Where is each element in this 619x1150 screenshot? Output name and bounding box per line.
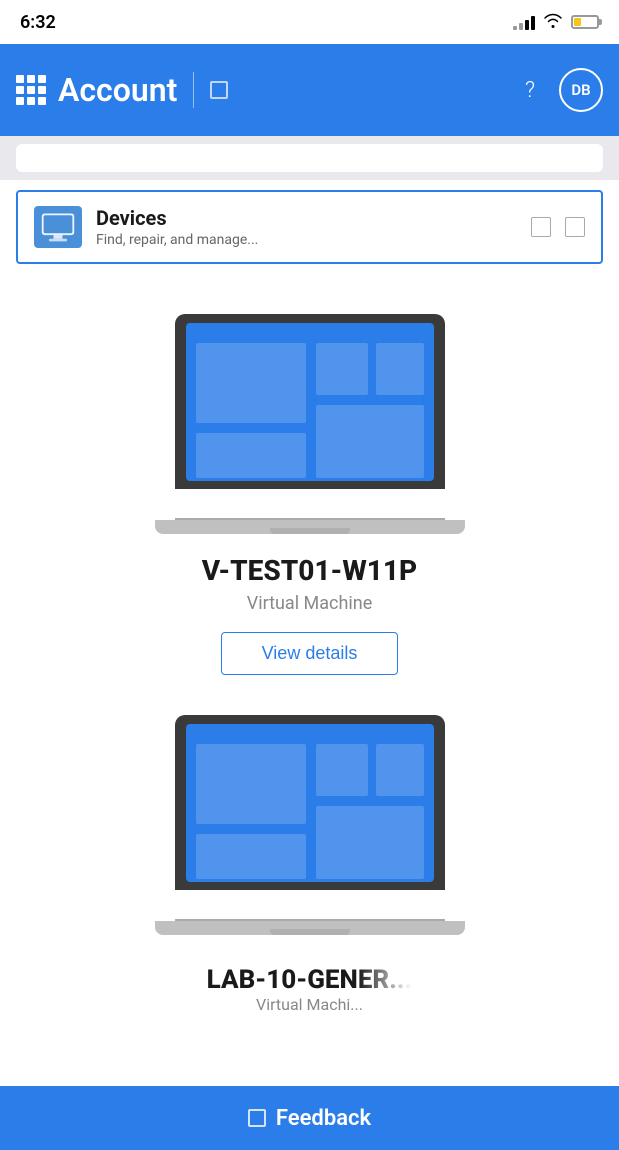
help-button[interactable]: ? [513,73,547,107]
monitor-svg [40,211,76,243]
tile-1 [196,343,306,423]
laptop-foot-1 [270,528,350,534]
checkbox-1[interactable] [531,217,551,237]
devices-title: Devices [96,206,531,230]
device-name-1: V-TEST01-W11P [202,554,417,587]
laptop-screen-outer-2 [175,715,445,890]
device-type-1: Virtual Machine [247,593,373,614]
tile-2 [196,433,306,478]
devices-header-item[interactable]: Devices Find, repair, and manage... [16,190,603,264]
status-icons [513,12,599,32]
screen-tiles-2 [196,734,424,872]
tile-2-3 [316,744,368,796]
view-details-button-1[interactable]: View details [221,632,399,675]
header-title: Account [58,71,177,109]
laptop-foot-2 [270,929,350,935]
devices-icon [34,206,82,248]
feedback-square-icon [248,1109,266,1127]
tile-2-2 [196,834,306,879]
status-bar: 6:32 [0,0,619,44]
laptop-screen-inner-2 [186,724,434,882]
header-divider [193,72,194,108]
tile-2-5 [316,806,424,879]
devices-text-group: Devices Find, repair, and manage... [96,206,531,248]
laptop-illustration-1 [165,314,455,534]
checkbox-2[interactable] [565,217,585,237]
devices-checkboxes [531,217,585,237]
devices-row-wrapper: Devices Find, repair, and manage... [0,180,619,264]
tile-2-4 [376,744,424,796]
device-card-2: LAB-10-GENER... Virtual Machi... [16,705,603,1014]
tile-2-1 [196,744,306,824]
devices-subtitle: Find, repair, and manage... [96,232,531,248]
search-bar[interactable] [16,144,603,172]
laptop-illustration-2 [165,715,455,935]
signal-icon [513,14,535,30]
grid-menu-icon[interactable] [16,75,46,105]
status-time: 6:32 [20,12,56,33]
feedback-label: Feedback [276,1106,371,1131]
header: Account ? DB [0,44,619,136]
device-card-1: V-TEST01-W11P Virtual Machine View detai… [16,294,603,705]
search-area [0,136,619,180]
feedback-bar[interactable]: Feedback [0,1086,619,1150]
tile-3 [316,343,368,395]
main-content: V-TEST01-W11P Virtual Machine View detai… [0,264,619,1114]
avatar[interactable]: DB [559,68,603,112]
device-name-2-partial: LAB-10-GENER... [207,965,413,995]
device-type-2-partial: Virtual Machi... [256,995,363,1014]
wifi-icon [543,12,563,32]
battery-icon [571,15,599,29]
laptop-screen-inner-1 [186,323,434,481]
screen-tiles-1 [196,333,424,471]
header-square-icon[interactable] [210,81,228,99]
laptop-screen-outer-1 [175,314,445,489]
tile-4 [376,343,424,395]
tile-5 [316,405,424,478]
